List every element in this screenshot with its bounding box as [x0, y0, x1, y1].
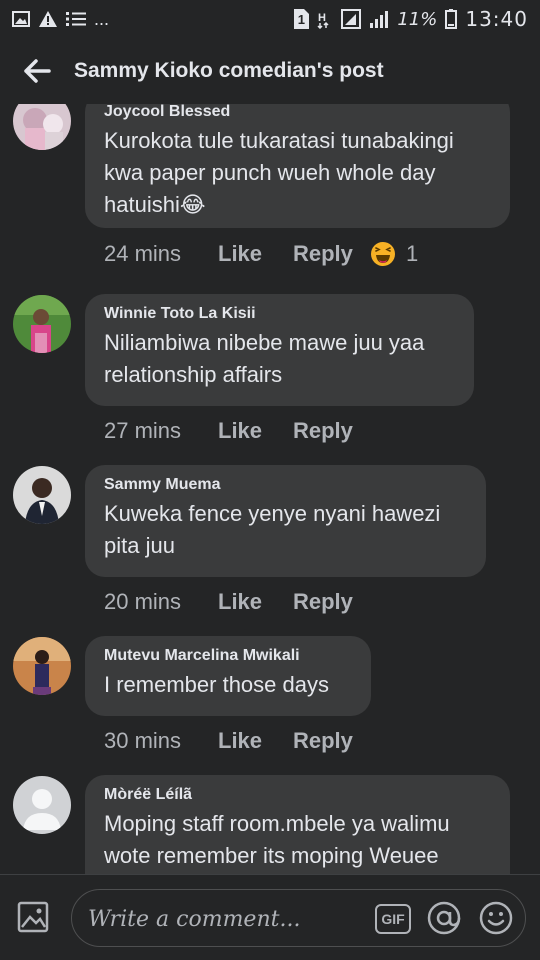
- avatar[interactable]: [13, 104, 71, 150]
- reply-button[interactable]: Reply: [293, 728, 353, 754]
- reply-button[interactable]: Reply: [293, 241, 353, 267]
- mention-button[interactable]: [426, 900, 462, 936]
- header: Sammy Kioko comedian's post: [0, 38, 540, 104]
- reaction-count: 1: [406, 241, 419, 266]
- like-button[interactable]: Like: [218, 728, 293, 754]
- comment-bubble[interactable]: Mutevu Marcelina Mwikali I remember thos…: [85, 636, 371, 716]
- comment-composer: GIF: [0, 874, 540, 960]
- status-left: ...: [12, 9, 109, 30]
- svg-text:H: H: [318, 12, 326, 24]
- photo-icon: [17, 901, 49, 933]
- sim-badge: 1: [297, 11, 305, 27]
- avatar[interactable]: [13, 637, 71, 695]
- comment-actions: 30 mins Like Reply: [104, 721, 353, 761]
- avatar[interactable]: [13, 776, 71, 834]
- comment-bubble[interactable]: Sammy Muema Kuweka fence yenye nyani haw…: [85, 465, 486, 577]
- reply-button[interactable]: Reply: [293, 418, 353, 444]
- comment-text: Kurokota tule tukaratasi tunabakingi kwa…: [104, 128, 454, 217]
- avatar[interactable]: [13, 466, 71, 524]
- comment-time: 24 mins: [104, 241, 182, 266]
- warning-icon: [38, 10, 58, 28]
- more-notifications: ...: [94, 8, 110, 29]
- comment-text: Niliambiwa nibebe mawe juu yaa relations…: [104, 330, 425, 387]
- like-button[interactable]: Like: [218, 589, 293, 615]
- reply-button[interactable]: Reply: [293, 589, 353, 615]
- comment-author[interactable]: Joycool Blessed: [104, 104, 490, 121]
- battery-percent: 11%: [397, 8, 438, 30]
- image-icon: [12, 11, 30, 27]
- nfc-icon: [341, 9, 362, 29]
- signal-icon: [369, 9, 389, 29]
- comment-input[interactable]: [86, 898, 370, 940]
- photo-button[interactable]: [14, 899, 54, 939]
- comment-bubble[interactable]: Mòréë Léílã Moping staff room.mbele ya w…: [85, 775, 510, 874]
- comment-text: I remember those days: [104, 672, 329, 697]
- list-icon: [66, 11, 86, 27]
- comment-actions: 24 mins Like Reply: [104, 234, 353, 274]
- gif-button[interactable]: GIF: [375, 904, 411, 934]
- comments-list[interactable]: Joycool Blessed Kurokota tule tukaratasi…: [0, 104, 540, 874]
- comment-author[interactable]: Mutevu Marcelina Mwikali: [104, 647, 351, 665]
- comment-bubble[interactable]: Joycool Blessed Kurokota tule tukaratasi…: [85, 104, 510, 228]
- emoji-button[interactable]: [478, 900, 514, 936]
- battery-icon: [445, 9, 458, 29]
- comment-time: 30 mins: [104, 728, 182, 753]
- comment-author[interactable]: Mòréë Léílã: [104, 786, 490, 804]
- comment-time: 20 mins: [104, 589, 182, 614]
- back-button[interactable]: [0, 38, 74, 104]
- emoji-icon: [479, 901, 513, 935]
- comment-time: 27 mins: [104, 418, 182, 443]
- comment-author[interactable]: Winnie Toto La Kisii: [104, 305, 454, 323]
- status-right: 1 H 11% 13:40: [293, 7, 528, 31]
- haha-reaction-icon: [371, 242, 395, 266]
- comment-text: Kuweka fence yenye nyani hawezi pita juu: [104, 501, 441, 558]
- page-title: Sammy Kioko comedian's post: [74, 59, 384, 82]
- at-icon: [427, 901, 461, 935]
- h-signal-icon: H: [317, 9, 333, 29]
- like-button[interactable]: Like: [218, 241, 293, 267]
- sim-icon: 1: [293, 9, 310, 29]
- comment-bubble[interactable]: Winnie Toto La Kisii Niliambiwa nibebe m…: [85, 294, 474, 406]
- arrow-left-icon: [24, 59, 51, 83]
- status-time: 13:40: [465, 7, 528, 31]
- comment-input-wrapper: GIF: [71, 889, 526, 947]
- comment-text: Moping staff room.mbele ya walimu wote r…: [104, 811, 450, 868]
- reaction-summary[interactable]: 1: [370, 234, 418, 274]
- like-button[interactable]: Like: [218, 418, 293, 444]
- avatar[interactable]: [13, 295, 71, 353]
- comment-actions: 27 mins Like Reply: [104, 411, 353, 451]
- comment-actions: 20 mins Like Reply: [104, 582, 353, 622]
- status-bar: ... 1 H 11% 13:40: [0, 0, 540, 38]
- comment-author[interactable]: Sammy Muema: [104, 476, 466, 494]
